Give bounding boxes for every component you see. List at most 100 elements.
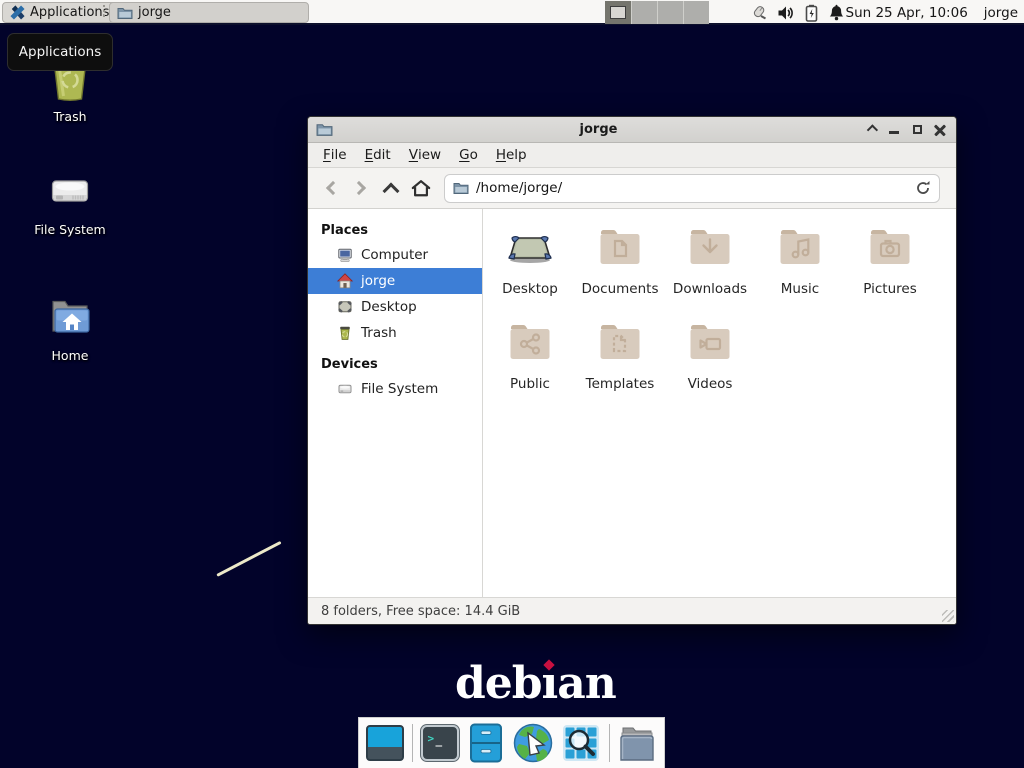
window-folder-icon — [316, 122, 333, 137]
volume-icon[interactable] — [777, 5, 795, 21]
path-input[interactable]: /home/jorge/ — [476, 180, 915, 196]
desktop-icon-file-system[interactable]: File System — [28, 167, 112, 237]
maximize-button[interactable] — [910, 123, 924, 137]
workspace-window-preview — [610, 6, 626, 19]
location-bar[interactable]: /home/jorge/ — [444, 174, 940, 203]
desktop-icon-home[interactable]: Home — [28, 293, 112, 363]
minimize-icon — [889, 131, 899, 134]
folder-item-label: Desktop — [502, 281, 558, 297]
home-button[interactable] — [406, 174, 436, 202]
web-browser-globe-icon — [513, 723, 553, 763]
app-finder-launcher[interactable] — [561, 723, 601, 763]
workspace-2[interactable] — [631, 1, 657, 24]
top-panel: Applications jorge — [0, 0, 1024, 25]
forward-icon — [352, 181, 366, 195]
workspace-1-active[interactable] — [605, 1, 631, 24]
sidebar-item-label: File System — [361, 381, 438, 397]
workspace-4[interactable] — [683, 1, 709, 24]
desktop-icon-label: Trash — [53, 109, 86, 124]
folder-templates-icon — [596, 320, 644, 368]
home-folder-icon — [46, 293, 94, 341]
folder-item-downloads[interactable]: Downloads — [665, 225, 755, 320]
folder-item-pictures[interactable]: Pictures — [845, 225, 935, 320]
workspace-pager[interactable] — [605, 1, 709, 24]
clock[interactable]: Sun 25 Apr, 10:06 — [846, 5, 968, 21]
sidebar-item-computer[interactable]: Computer — [308, 242, 482, 268]
web-browser-launcher[interactable] — [513, 723, 553, 763]
mouse-device-icon[interactable] — [748, 4, 768, 22]
menu-help[interactable]: Help — [487, 143, 536, 167]
folder-item-documents[interactable]: Documents — [575, 225, 665, 320]
home-icon — [410, 178, 432, 198]
logo-letter-i: ı — [542, 658, 558, 709]
sidebar-item-trash[interactable]: Trash — [308, 320, 482, 346]
shade-button[interactable] — [864, 123, 878, 137]
folder-pictures-icon — [866, 225, 914, 273]
folder-item-music[interactable]: Music — [755, 225, 845, 320]
desktop-line-artifact — [216, 541, 281, 577]
folder-public-icon — [506, 320, 554, 368]
file-cabinet-icon — [467, 723, 505, 763]
battery-charging-icon[interactable] — [804, 4, 819, 22]
folder-documents-icon — [596, 225, 644, 273]
home-icon — [337, 273, 353, 289]
minimize-button[interactable] — [887, 123, 901, 137]
reload-button[interactable] — [915, 180, 931, 196]
computer-icon — [337, 247, 353, 263]
desktop-icon — [337, 299, 353, 315]
maximize-icon — [913, 125, 922, 134]
applications-tooltip: Applications — [7, 33, 113, 71]
forward-button[interactable] — [346, 174, 376, 202]
statusbar-text: 8 folders, Free space: 14.4 GiB — [321, 604, 520, 619]
tooltip-text: Applications — [19, 44, 101, 60]
trash-icon — [337, 325, 353, 341]
sidebar-item-label: Desktop — [361, 299, 417, 315]
notifications-bell-icon[interactable] — [828, 4, 845, 22]
sidebar-item-file-system[interactable]: File System — [308, 376, 482, 402]
drive-icon — [46, 167, 94, 215]
taskbar-window-button[interactable]: jorge — [109, 2, 309, 23]
window-titlebar[interactable]: jorge — [308, 117, 956, 143]
folder-item-label: Videos — [688, 376, 733, 392]
window-body: Places Computer jorge — [308, 209, 956, 597]
terminal-launcher[interactable]: > _ — [421, 723, 459, 763]
logo-text-left: deb — [455, 658, 542, 709]
dock-separator — [412, 724, 413, 762]
folder-item-label: Pictures — [863, 281, 916, 297]
menu-go[interactable]: Go — [450, 143, 487, 167]
show-desktop-button[interactable] — [366, 723, 404, 763]
sidebar-item-desktop[interactable]: Desktop — [308, 294, 482, 320]
menu-edit[interactable]: Edit — [356, 143, 400, 167]
folder-item-desktop[interactable]: Desktop — [485, 225, 575, 320]
window-title: jorge — [333, 122, 864, 137]
directory-folder-icon — [617, 724, 657, 762]
directory-menu-launcher[interactable] — [617, 723, 657, 763]
menu-view[interactable]: View — [400, 143, 450, 167]
folder-item-public[interactable]: Public — [485, 320, 575, 415]
desktop-icon-label: File System — [34, 222, 106, 237]
folder-view: Desktop Documents — [483, 209, 956, 597]
statusbar: 8 folders, Free space: 14.4 GiB — [308, 597, 956, 624]
sidebar-item-jorge[interactable]: jorge — [308, 268, 482, 294]
folder-item-label: Public — [510, 376, 550, 392]
up-button[interactable] — [376, 174, 406, 202]
folder-music-icon — [776, 225, 824, 273]
resize-grip[interactable] — [942, 610, 954, 622]
folder-item-videos[interactable]: Videos — [665, 320, 755, 415]
back-button[interactable] — [316, 174, 346, 202]
up-icon — [383, 182, 400, 199]
dock-separator — [609, 724, 610, 762]
panel-right-area: Sun 25 Apr, 10:06 jorge — [846, 0, 1019, 25]
menu-file[interactable]: File — [314, 143, 356, 167]
panel-drag-handle[interactable] — [101, 5, 107, 20]
close-button[interactable] — [933, 123, 947, 137]
folder-item-templates[interactable]: Templates — [575, 320, 665, 415]
folder-item-label: Music — [781, 281, 819, 297]
file-manager-launcher[interactable] — [467, 723, 505, 763]
file-manager-window: jorge File Edit View Go Help — [307, 116, 957, 625]
desktop-special-icon — [506, 225, 554, 273]
bottom-dock: > _ — [358, 717, 665, 768]
workspace-3[interactable] — [657, 1, 683, 24]
folder-item-label: Documents — [582, 281, 659, 297]
drive-icon — [337, 381, 353, 397]
